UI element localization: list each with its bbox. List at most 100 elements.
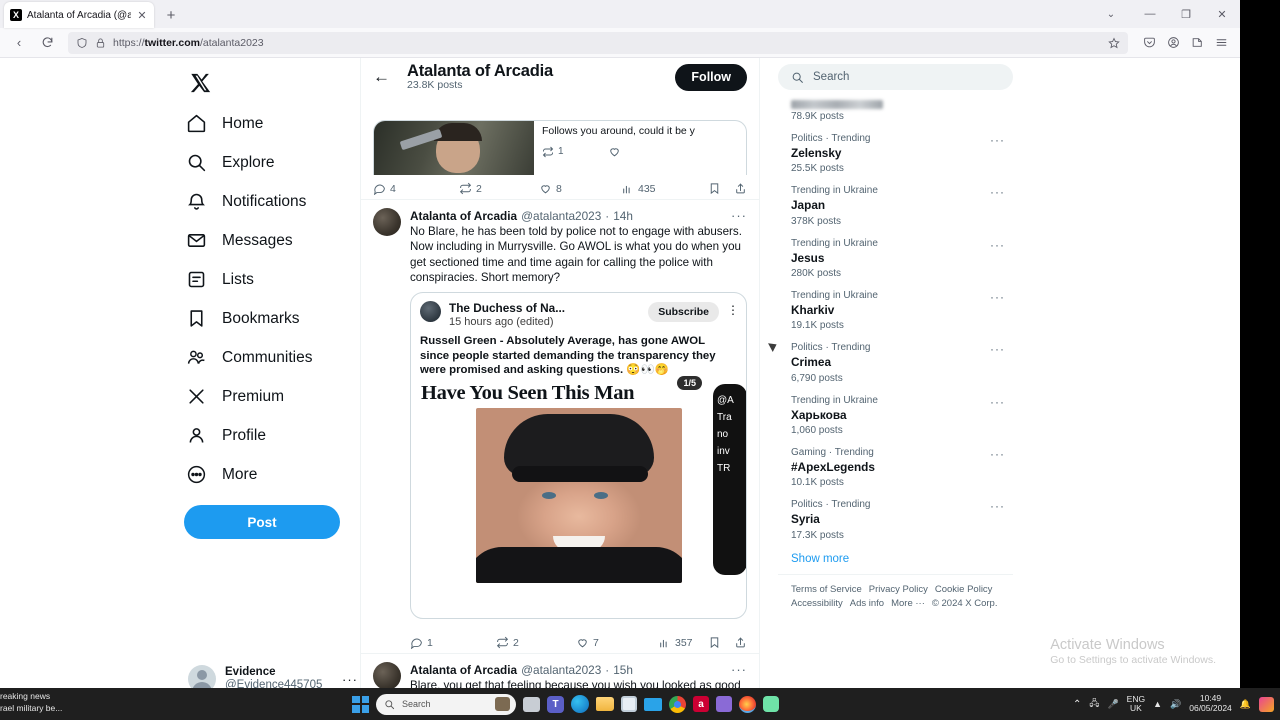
x-logo-icon[interactable] — [184, 66, 218, 100]
back-button[interactable]: ‹ — [8, 32, 30, 54]
subscribe-button[interactable]: Subscribe — [648, 302, 719, 323]
post-button[interactable]: Post — [184, 505, 340, 539]
store-icon[interactable] — [621, 696, 637, 712]
reply-action[interactable]: 4 — [373, 182, 459, 195]
acrobat-icon[interactable]: a — [693, 696, 709, 712]
kebab-menu-icon[interactable]: ⋮ — [727, 303, 739, 317]
tray-app-icon[interactable] — [1259, 696, 1274, 712]
start-button[interactable] — [352, 695, 369, 713]
reply-action[interactable]: 1 — [410, 636, 496, 650]
reload-button[interactable] — [36, 32, 58, 54]
avatar[interactable] — [373, 208, 401, 236]
views-action[interactable]: 435 — [621, 182, 708, 195]
app-green-icon[interactable] — [763, 696, 779, 712]
tweet-author[interactable]: Atalanta of Arcadia — [410, 663, 517, 677]
table-row[interactable]: Follows you around, could it be y 1 4 2 … — [361, 84, 759, 200]
mail-icon[interactable] — [644, 697, 662, 711]
trend-more-icon[interactable]: ··· — [990, 447, 1005, 463]
cookie-link[interactable]: Cookie Policy — [935, 584, 993, 595]
chevron-up-icon[interactable]: ⌃ — [1073, 699, 1081, 710]
next-card-overlay[interactable]: @A Tra no inv TR — [713, 383, 746, 575]
privacy-link[interactable]: Privacy Policy — [869, 584, 928, 595]
account-icon[interactable] — [1162, 32, 1184, 54]
sidebar-item-messages[interactable]: Messages — [184, 221, 354, 260]
bookmark-icon[interactable] — [708, 182, 721, 195]
sidebar-item-more[interactable]: More — [184, 455, 354, 494]
like-action[interactable]: 7 — [576, 636, 658, 649]
teams-icon[interactable]: T — [547, 695, 564, 713]
trend-more-icon[interactable]: ··· — [990, 238, 1005, 254]
wifi-icon[interactable]: ▲ — [1153, 699, 1162, 709]
list-item[interactable]: Trending in Ukraine Japan 378K posts ··· — [778, 180, 1013, 232]
video-media[interactable]: Have You Seen This Man 1/5 @A Tra no inv… — [411, 375, 746, 583]
list-item[interactable]: Politics · Trending Syria 17.3K posts ··… — [778, 494, 1013, 546]
tweet-time[interactable]: 15h — [613, 663, 633, 677]
close-window-button[interactable]: ✕ — [1204, 0, 1240, 28]
list-item[interactable]: Trending in Ukraine Kharkiv 19.1K posts … — [778, 285, 1013, 337]
url-bar[interactable]: https://twitter.com/atalanta2023 — [68, 31, 1128, 54]
share-icon[interactable] — [734, 636, 747, 649]
taskbar-search-input[interactable]: Search — [376, 693, 516, 715]
share-icon[interactable] — [734, 182, 747, 195]
notification-bell-icon[interactable]: 🔔 — [1240, 699, 1251, 710]
edge-icon[interactable] — [571, 695, 589, 713]
retweet-action[interactable]: 2 — [496, 636, 576, 649]
network-icon[interactable]: 🖧 — [1089, 696, 1099, 712]
chrome-icon[interactable] — [669, 695, 686, 713]
sidebar-item-profile[interactable]: Profile — [184, 416, 354, 455]
more-link[interactable]: More ··· — [891, 598, 925, 609]
show-more-link[interactable]: Show more — [778, 547, 1013, 571]
snipping-tool-icon[interactable] — [716, 696, 732, 712]
language-indicator[interactable]: ENG UK — [1127, 695, 1145, 713]
sidebar-item-bookmarks[interactable]: Bookmarks — [184, 299, 354, 338]
account-more-icon[interactable]: ··· — [342, 672, 358, 687]
tweet-time[interactable]: 14h — [613, 209, 633, 223]
embedded-video-card[interactable]: The Duchess of Na... 15 hours ago (edite… — [410, 292, 747, 620]
pocket-icon[interactable] — [1138, 32, 1160, 54]
browser-tab[interactable]: X Atalanta of Arcadia (@atalanta... ✕ — [4, 2, 154, 28]
volume-icon[interactable]: 🔊 — [1170, 699, 1181, 710]
tab-list-chevron-icon[interactable]: ⌄ — [1090, 0, 1132, 28]
list-item[interactable]: Trending in Ukraine Харькова 1,060 posts… — [778, 390, 1013, 442]
new-tab-button[interactable]: + — [158, 2, 184, 28]
list-item[interactable]: Trending in Ukraine Jesus 280K posts ··· — [778, 233, 1013, 285]
trend-more-icon[interactable]: ··· — [990, 499, 1005, 515]
list-item[interactable]: 78.9K posts — [778, 98, 1013, 128]
views-action[interactable]: 357 — [658, 636, 708, 649]
camera-icon[interactable] — [495, 696, 510, 711]
extensions-icon[interactable] — [1186, 32, 1208, 54]
table-row[interactable]: Atalanta of Arcadia @atalanta2023 · 15h … — [361, 654, 759, 688]
clock[interactable]: 10:49 06/05/2024 — [1189, 693, 1232, 714]
ads-info-link[interactable]: Ads info — [850, 598, 884, 609]
file-explorer-icon[interactable] — [596, 697, 614, 711]
trend-more-icon[interactable]: ··· — [990, 290, 1005, 306]
sidebar-item-notifications[interactable]: Notifications — [184, 182, 354, 221]
tweet-author[interactable]: Atalanta of Arcadia — [410, 209, 517, 223]
accessibility-link[interactable]: Accessibility — [791, 598, 843, 609]
back-arrow-icon[interactable]: ← — [373, 67, 393, 87]
list-item[interactable]: Gaming · Trending #ApexLegends 10.1K pos… — [778, 442, 1013, 494]
tweet-more-icon[interactable]: ··· — [731, 208, 747, 223]
account-switcher[interactable]: Evidence @Evidence445705 ··· — [188, 665, 358, 688]
sidebar-item-lists[interactable]: Lists — [184, 260, 354, 299]
trend-more-icon[interactable]: ··· — [990, 133, 1005, 149]
sidebar-item-premium[interactable]: Premium — [184, 377, 354, 416]
trend-more-icon[interactable]: ··· — [990, 185, 1005, 201]
tweet-handle[interactable]: @atalanta2023 — [521, 663, 601, 677]
table-row[interactable]: Atalanta of Arcadia @atalanta2023 · 14h … — [361, 200, 759, 655]
sidebar-item-communities[interactable]: Communities — [184, 338, 354, 377]
tab-close-icon[interactable]: ✕ — [136, 9, 148, 22]
trend-more-icon[interactable]: ··· — [990, 395, 1005, 411]
news-widget[interactable]: reaking news rael military be... — [0, 690, 130, 715]
list-item[interactable]: Politics · Trending Crimea 6,790 posts ·… — [778, 337, 1013, 389]
minimize-button[interactable]: — — [1132, 0, 1168, 28]
menu-icon[interactable] — [1210, 32, 1232, 54]
microphone-icon[interactable]: 🎤 — [1107, 699, 1118, 710]
bookmark-icon[interactable] — [708, 636, 721, 649]
sidebar-item-home[interactable]: Home — [184, 104, 354, 143]
task-view-icon[interactable] — [523, 696, 540, 712]
channel-name[interactable]: The Duchess of Na... — [449, 301, 565, 315]
timeline-feed[interactable]: Follows you around, could it be y 1 4 2 … — [361, 84, 759, 688]
sidebar-item-explore[interactable]: Explore — [184, 143, 354, 182]
follow-button[interactable]: Follow — [675, 63, 747, 91]
